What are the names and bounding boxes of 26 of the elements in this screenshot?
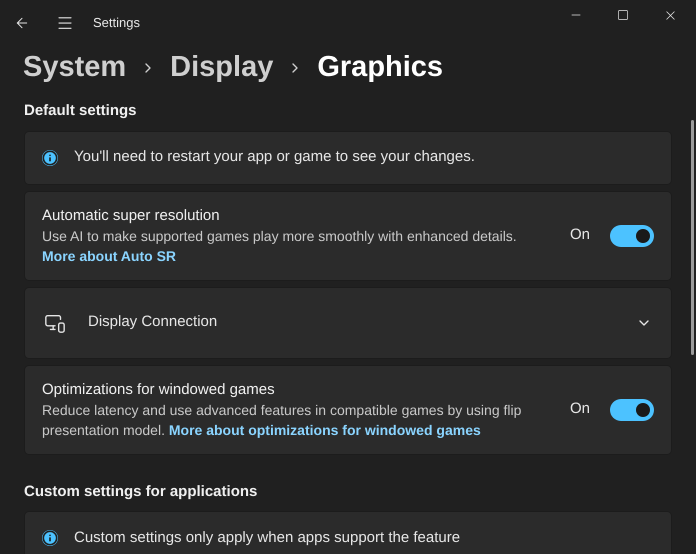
info-text: You'll need to restart your app or game to see your changes. (74, 147, 475, 168)
toggle-switch[interactable] (610, 398, 654, 420)
breadcrumb-item[interactable]: Display (170, 46, 274, 90)
breadcrumb-item: Graphics (317, 50, 444, 86)
info-icon (42, 530, 58, 546)
breadcrumb-item[interactable]: System (23, 46, 126, 90)
learn-more-link[interactable]: More about Auto SR (42, 248, 176, 264)
info-icon (42, 150, 58, 166)
section-heading: Custom settings for applications (24, 482, 258, 502)
expander-card[interactable]: Display Connection (24, 286, 672, 358)
toggle-state-label: On (570, 399, 590, 420)
setting-description: Use AI to make supported games play more smoothly with enhanced details. More about Auto SR (42, 226, 518, 266)
window-title: Settings (93, 14, 140, 32)
back-icon[interactable] (14, 15, 30, 31)
maximize-icon[interactable] (617, 9, 629, 21)
setting-title: Optimizations for windowed games (42, 380, 276, 400)
toggle-state-label: On (570, 225, 590, 246)
learn-more-link[interactable]: More about optimizations for windowed games (168, 422, 481, 438)
section-heading: Default settings (24, 101, 138, 121)
setting-description: Reduce latency and use advanced features in compatible games by using flip presentation model. More about optimizations for windowed games (42, 400, 522, 440)
expander-title: Display Connection (88, 312, 218, 332)
menu-icon[interactable] (56, 14, 74, 32)
info-text: Custom settings only apply when apps support the feature (74, 528, 460, 548)
toggle-switch[interactable] (610, 224, 654, 246)
setting-title: Automatic super resolution (42, 206, 221, 226)
scrollbar-thumb[interactable] (691, 120, 694, 355)
